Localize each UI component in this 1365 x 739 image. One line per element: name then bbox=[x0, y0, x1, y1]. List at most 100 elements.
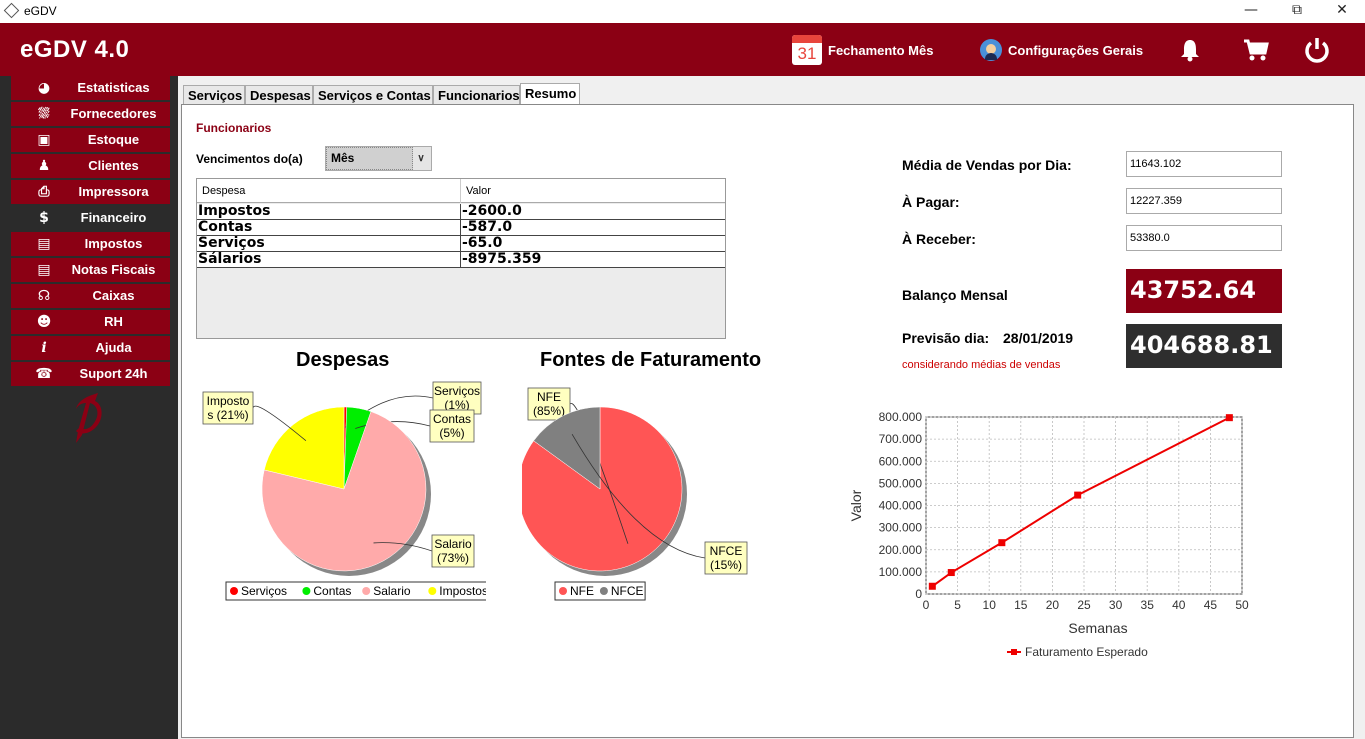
sidebar-item-suporte[interactable]: ☎ Suport 24h bbox=[11, 362, 170, 386]
sidebar-item-impostos[interactable]: ▤ Impostos bbox=[11, 232, 170, 256]
svg-text:Contas: Contas bbox=[433, 412, 471, 426]
sidebar-item-label: Caixas bbox=[92, 288, 135, 303]
user-icon: ♟ bbox=[37, 158, 51, 174]
pie-label: Serviços(1%) bbox=[432, 381, 482, 415]
sidebar-item-notas-fiscais[interactable]: ▤ Notas Fiscais bbox=[11, 258, 170, 282]
x-tick-label: 30 bbox=[1109, 598, 1123, 612]
despesas-chart-title: Despesas bbox=[296, 349, 390, 371]
cart-icon[interactable] bbox=[1241, 35, 1271, 65]
pie-legend: Serviços Contas Salario Impostos bbox=[225, 581, 486, 601]
x-tick-label: 0 bbox=[923, 598, 930, 612]
calendar-icon: 31 bbox=[792, 35, 822, 65]
table-cell: -2600.0 bbox=[462, 203, 522, 219]
configuracoes-gerais-button[interactable]: Configurações Gerais bbox=[980, 35, 1143, 65]
legend-marker bbox=[559, 587, 567, 595]
table-cell: Serviços bbox=[198, 235, 265, 251]
x-axis-label: Semanas bbox=[1068, 620, 1127, 636]
chart-icon: ◕ bbox=[37, 80, 51, 96]
close-button[interactable]: ✕ bbox=[1319, 0, 1365, 23]
faturamento-pie-chart: NFE(85%)NFCE(15%)NFE NFCE bbox=[522, 387, 748, 601]
x-tick-label: 5 bbox=[954, 598, 961, 612]
fechamento-mes-button[interactable]: 31 Fechamento Mês bbox=[792, 35, 933, 65]
sidebar-item-label: Impostos bbox=[84, 236, 143, 251]
app-window: eGDV — ⧉ ✕ eGDV 4.0 31 Fechamento Mês Co… bbox=[0, 0, 1365, 739]
y-tick-label: 700.000 bbox=[879, 432, 923, 446]
legend-marker bbox=[1011, 649, 1017, 655]
legend-label: Serviços bbox=[241, 584, 287, 598]
people-icon: ☻ bbox=[36, 314, 52, 330]
svg-text:NFCE: NFCE bbox=[710, 544, 743, 558]
power-icon[interactable] bbox=[1302, 35, 1332, 65]
sidebar-item-label: RH bbox=[104, 314, 123, 329]
bell-icon[interactable] bbox=[1175, 35, 1205, 65]
vencimentos-select[interactable]: Mês ∨ bbox=[325, 146, 432, 171]
sidebar-item-fornecedores[interactable]: ⛆ Fornecedores bbox=[11, 102, 170, 126]
data-point[interactable] bbox=[998, 539, 1006, 547]
tab-despesas[interactable]: Despesas bbox=[245, 85, 313, 105]
svg-text:(85%): (85%) bbox=[533, 404, 565, 418]
tab-resumo[interactable]: Resumo bbox=[520, 83, 580, 105]
table-row[interactable]: Sálarios -8975.359 bbox=[197, 251, 725, 268]
user-settings-icon bbox=[980, 39, 1002, 61]
sidebar-item-estoque[interactable]: ▣ Estoque bbox=[11, 128, 170, 152]
sidebar-item-label: Impressora bbox=[78, 184, 149, 199]
column-header-despesa[interactable]: Despesa bbox=[202, 185, 245, 197]
restore-button[interactable]: ⧉ bbox=[1274, 0, 1320, 23]
sidebar-item-financeiro[interactable]: $ Financeiro bbox=[11, 206, 170, 230]
sidebar-item-ajuda[interactable]: i Ajuda bbox=[11, 336, 170, 360]
a-receber-field[interactable]: 53380.0 bbox=[1126, 225, 1282, 251]
legend-marker bbox=[428, 587, 437, 595]
sidebar-item-label: Estatisticas bbox=[77, 80, 150, 95]
tab-servicos[interactable]: Serviços bbox=[183, 85, 245, 105]
table-cell: -8975.359 bbox=[462, 251, 542, 267]
a-receber-label: À Receber: bbox=[902, 231, 976, 247]
section-title: Funcionarios bbox=[196, 121, 272, 135]
sidebar-item-clientes[interactable]: ♟ Clientes bbox=[11, 154, 170, 178]
egdv-logo-icon bbox=[76, 393, 102, 443]
pie-label: NFCE(15%) bbox=[704, 541, 748, 575]
svg-text:(15%): (15%) bbox=[710, 558, 742, 572]
media-vendas-field[interactable]: 11643.102 bbox=[1126, 151, 1282, 177]
a-pagar-field[interactable]: 12227.359 bbox=[1126, 188, 1282, 214]
y-tick-label: 0 bbox=[915, 587, 922, 601]
sidebar-item-label: Notas Fiscais bbox=[71, 262, 156, 277]
data-point[interactable] bbox=[1074, 491, 1082, 499]
previsao-date: 28/01/2019 bbox=[1003, 330, 1074, 346]
svg-text:Salario: Salario bbox=[434, 537, 472, 551]
table-row[interactable]: Serviços -65.0 bbox=[197, 235, 725, 252]
fechamento-label: Fechamento Mês bbox=[828, 42, 934, 58]
tab-funcionarios[interactable]: Funcionarios bbox=[433, 85, 520, 105]
x-tick-label: 50 bbox=[1235, 598, 1249, 612]
sidebar-item-caixas[interactable]: ☊ Caixas bbox=[11, 284, 170, 308]
balanco-mensal-value: 43752.64 bbox=[1126, 269, 1282, 313]
table-row[interactable]: Contas -587.0 bbox=[197, 219, 725, 236]
tab-servicos-e-contas[interactable]: Serviços e Contas bbox=[313, 85, 433, 105]
y-tick-label: 400.000 bbox=[879, 499, 923, 513]
pie-label: Impostos (21%) bbox=[202, 391, 254, 425]
sidebar-item-estatisticas[interactable]: ◕ Estatisticas bbox=[11, 76, 170, 100]
y-tick-label: 300.000 bbox=[879, 521, 923, 535]
x-tick-label: 20 bbox=[1046, 598, 1060, 612]
legend-label: Faturamento Esperado bbox=[1025, 645, 1148, 659]
minimize-button[interactable]: — bbox=[1228, 0, 1274, 23]
legend-marker bbox=[362, 587, 371, 595]
balanco-mensal-label: Balanço Mensal bbox=[902, 287, 1008, 303]
data-point[interactable] bbox=[947, 569, 955, 577]
sidebar-item-impressora[interactable]: ⎙ Impressora bbox=[11, 180, 170, 204]
data-point[interactable] bbox=[928, 582, 936, 590]
pie-label: Salario(73%) bbox=[431, 534, 475, 568]
sidebar-item-label: Ajuda bbox=[95, 340, 132, 355]
headset-icon: ☎ bbox=[35, 366, 53, 382]
column-header-valor[interactable]: Valor bbox=[466, 185, 491, 197]
previsao-value: 404688.81 bbox=[1126, 324, 1282, 368]
sidebar-item-rh[interactable]: ☻ RH bbox=[11, 310, 170, 334]
app-icon bbox=[3, 2, 20, 19]
tax-icon: ▤ bbox=[37, 236, 51, 252]
previsao-label: Previsão dia: bbox=[902, 330, 990, 346]
table-row[interactable]: Impostos -2600.0 bbox=[197, 203, 725, 220]
document-icon: ▤ bbox=[37, 262, 51, 278]
content-panel: Serviços Despesas Serviços e Contas Func… bbox=[178, 76, 1365, 739]
sidebar-item-label: Clientes bbox=[88, 158, 139, 173]
y-tick-label: 200.000 bbox=[879, 543, 923, 557]
data-point[interactable] bbox=[1225, 414, 1233, 422]
